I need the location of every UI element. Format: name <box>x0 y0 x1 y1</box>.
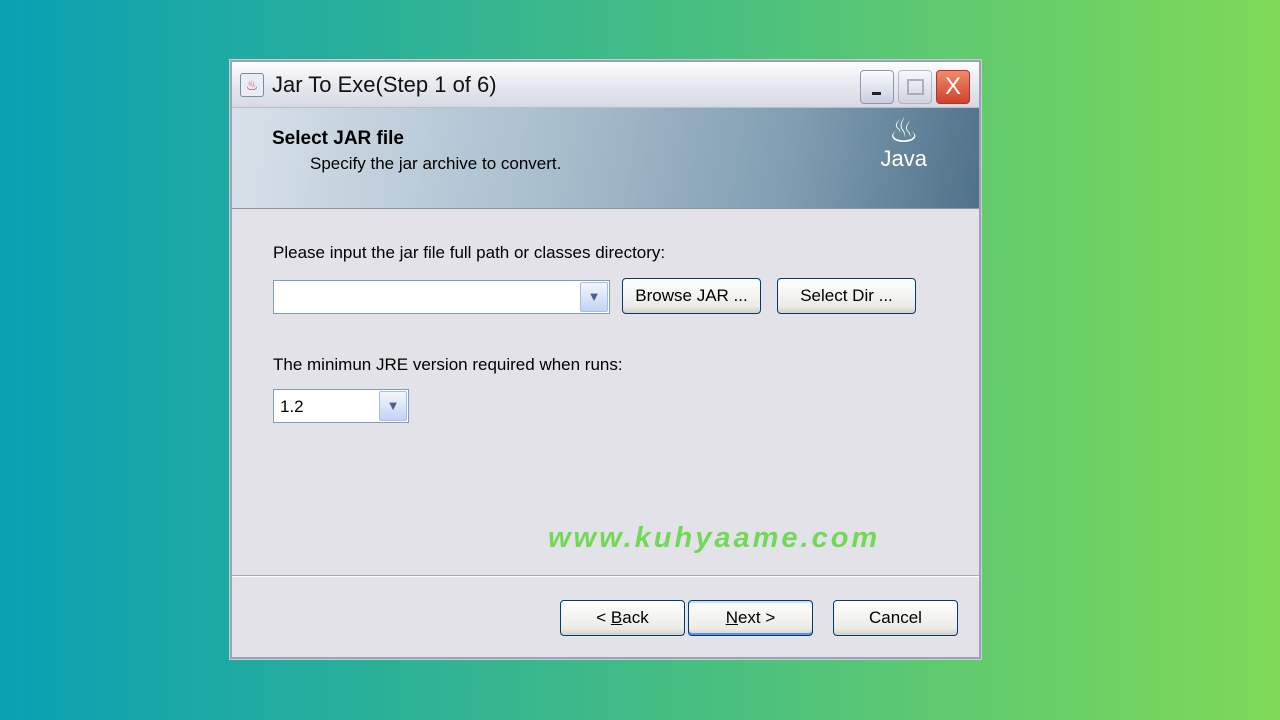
back-rest: ack <box>622 608 649 627</box>
jar-path-label: Please input the jar file full path or c… <box>273 243 666 262</box>
select-dir-button[interactable]: Select Dir ... <box>777 278 916 314</box>
maximize-button[interactable] <box>898 70 932 104</box>
header-banner: Select JAR file Specify the jar archive … <box>232 108 979 209</box>
back-button[interactable]: < Back <box>560 600 685 636</box>
jar-path-combo[interactable]: ▼ <box>273 280 610 314</box>
jre-version-select[interactable]: 1.2 ▼ <box>273 389 409 423</box>
step-heading: Select JAR file <box>272 128 404 149</box>
back-mnemonic: B <box>610 608 623 627</box>
back-prefix: < <box>596 608 611 627</box>
next-button[interactable]: Next > <box>688 600 813 636</box>
next-rest: ext > <box>737 608 776 627</box>
chevron-down-icon[interactable]: ▼ <box>379 391 407 421</box>
browse-jar-button[interactable]: Browse JAR ... <box>622 278 761 314</box>
cancel-button[interactable]: Cancel <box>833 600 958 636</box>
footer-divider <box>232 575 979 577</box>
jar-to-exe-window: ♨ Jar To Exe(Step 1 of 6) X Select JAR f… <box>230 60 981 659</box>
watermark: www.kuhyaame.com <box>548 522 881 554</box>
window-title: Jar To Exe(Step 1 of 6) <box>272 71 497 97</box>
minimize-button[interactable] <box>860 70 894 104</box>
java-app-icon: ♨ <box>240 72 264 97</box>
close-button[interactable]: X <box>936 70 970 104</box>
next-mnemonic: N <box>725 608 738 627</box>
chevron-down-icon[interactable]: ▼ <box>580 282 608 312</box>
java-logo: ♨ Java <box>881 114 927 170</box>
jre-version-label: The minimun JRE version required when ru… <box>273 355 623 374</box>
java-cup-icon: ♨ <box>888 112 919 150</box>
java-logo-text: Java <box>880 146 927 171</box>
jre-version-value: 1.2 <box>280 397 304 416</box>
step-description: Specify the jar archive to convert. <box>310 154 562 173</box>
